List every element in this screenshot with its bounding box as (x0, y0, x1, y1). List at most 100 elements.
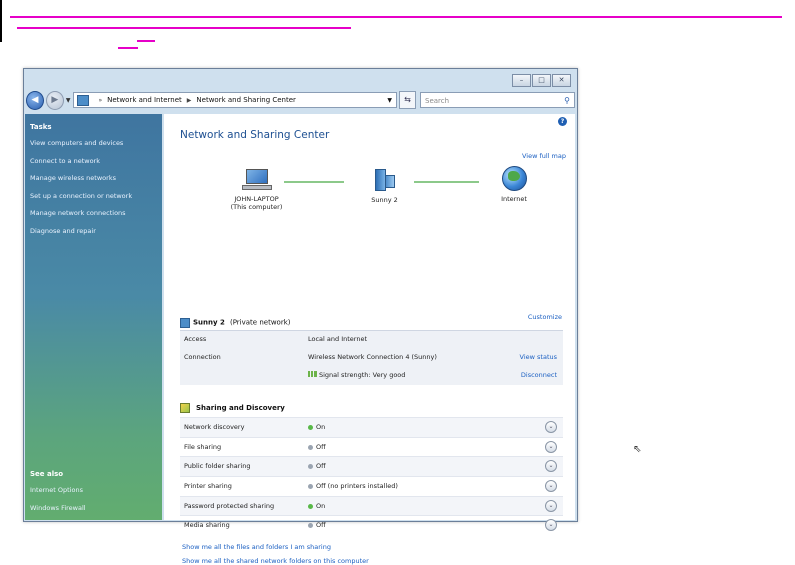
map-connection-line (284, 181, 344, 183)
status-on-icon (308, 503, 313, 509)
setting-value: Off (no printers installed) (316, 482, 398, 491)
setting-label: Public folder sharing (184, 462, 251, 471)
info-row-access: Access Local and Internet (180, 331, 563, 349)
expand-chevron-icon[interactable]: ⌄ (545, 421, 557, 433)
network-type: (Private network) (229, 318, 291, 327)
info-value: Local and Internet (308, 335, 368, 343)
computer-sub: (This computer) (230, 203, 283, 211)
minimize-button[interactable]: – (512, 74, 531, 87)
task-connect-network[interactable]: Connect to a network (25, 153, 162, 171)
mouse-cursor-icon: ⇖ (633, 444, 642, 455)
sharing-row-public-folder: Public folder sharing Off ⌄ (180, 456, 563, 477)
link-show-shared-files[interactable]: Show me all the files and folders I am s… (182, 543, 331, 551)
sharing-icon (180, 403, 190, 413)
search-input[interactable]: Search ⚲ (420, 92, 575, 108)
breadcrumb-network-and-sharing-center[interactable]: Network and Sharing Center (196, 96, 296, 104)
chevron-right-icon[interactable]: » (98, 97, 102, 104)
task-pane: Tasks View computers and devices Connect… (25, 114, 162, 520)
task-view-computers[interactable]: View computers and devices (25, 135, 162, 153)
sharing-row-file-sharing: File sharing Off ⌄ (180, 436, 563, 457)
setting-label: Password protected sharing (184, 501, 275, 510)
tasks-heading: Tasks (30, 123, 52, 131)
annotation-line-short (118, 47, 138, 49)
search-icon[interactable]: ⚲ (564, 93, 574, 107)
disconnect-link[interactable]: Disconnect (521, 371, 557, 379)
link-internet-options[interactable]: Internet Options (25, 482, 162, 500)
sharing-row-printer: Printer sharing Off (no printers install… (180, 476, 563, 496)
network-router-icon (372, 167, 398, 193)
annotation-line-top (10, 16, 782, 18)
close-button[interactable]: ✕ (552, 74, 571, 87)
network-map: JOHN-LAPTOP (This computer) Sunny 2 Inte… (164, 166, 575, 239)
network-icon (180, 317, 190, 328)
explorer-window: – □ ✕ ◀ ▶ ▼ » Network and Internet ▶ Net… (23, 68, 641, 565)
chevron-right-icon[interactable]: ▶ (187, 97, 192, 104)
expand-chevron-icon[interactable]: ⌄ (545, 519, 557, 532)
info-row-connection: Connection Wireless Network Connection 4… (180, 349, 563, 367)
address-bar[interactable]: » Network and Internet ▶ Network and Sha… (73, 92, 398, 108)
status-off-icon (308, 523, 313, 529)
main-content: ? Network and Sharing Center View full m… (164, 114, 641, 565)
help-icon[interactable]: ? (558, 117, 567, 126)
forward-button[interactable]: ▶ (45, 90, 64, 110)
link-show-shared-folders[interactable]: Show me all the shared network folders o… (182, 557, 369, 565)
info-key: Access (184, 335, 207, 343)
internet-globe-icon (501, 166, 527, 191)
sharing-row-media: Media sharing Off ⌄ (180, 515, 563, 535)
search-placeholder: Search (425, 97, 450, 105)
task-manage-connections[interactable]: Manage network connections (25, 205, 162, 223)
address-dropdown-icon[interactable]: ▼ (383, 97, 396, 104)
sharing-heading-text: Sharing and Discovery (196, 404, 285, 412)
link-windows-firewall[interactable]: Windows Firewall (25, 500, 162, 518)
network-node-name: Sunny 2 (371, 196, 398, 204)
setting-label: File sharing (184, 442, 222, 451)
view-status-link[interactable]: View status (520, 353, 557, 361)
setting-value: On (316, 501, 326, 510)
page-title: Network and Sharing Center (180, 129, 330, 141)
setting-label: Media sharing (184, 521, 230, 530)
see-also-section: See also Internet Options Windows Firewa… (25, 461, 162, 517)
setting-value: On (316, 423, 326, 431)
task-manage-wireless[interactable]: Manage wireless networks (25, 170, 162, 188)
network-icon (77, 94, 90, 106)
window-controls: – □ ✕ (512, 74, 571, 87)
status-off-icon (308, 464, 313, 470)
setting-label: Network discovery (184, 423, 245, 431)
back-button[interactable]: ◀ (26, 90, 44, 110)
setting-label: Printer sharing (184, 482, 232, 491)
history-dropdown-icon[interactable]: ▼ (66, 97, 71, 104)
sharing-heading: Sharing and Discovery (180, 403, 285, 413)
internet-label: Internet (501, 195, 527, 203)
setting-value: Off (316, 442, 326, 451)
status-on-icon (308, 425, 313, 430)
expand-chevron-icon[interactable]: ⌄ (545, 499, 557, 512)
task-diagnose-repair[interactable]: Diagnose and repair (25, 223, 162, 241)
task-setup-connection[interactable]: Set up a connection or network (25, 188, 162, 206)
info-value: Signal strength: Very good (308, 371, 405, 379)
expand-chevron-icon[interactable]: ⌄ (545, 460, 557, 473)
info-value: Wireless Network Connection 4 (Sunny) (308, 353, 437, 361)
sharing-row-network-discovery: Network discovery On ⌄ (180, 417, 563, 437)
signal-strength-icon (308, 371, 317, 377)
map-connection-line (414, 181, 479, 183)
map-node-internet[interactable]: Internet (486, 166, 542, 203)
laptop-icon (241, 169, 272, 191)
customize-link[interactable]: Customize (528, 313, 562, 321)
annotation-tick (137, 40, 155, 42)
sharing-row-password-protected: Password protected sharing On ⌄ (180, 495, 563, 516)
breadcrumb-network-and-internet[interactable]: Network and Internet (107, 96, 182, 104)
expand-chevron-icon[interactable]: ⌄ (545, 480, 557, 493)
status-off-icon (308, 444, 313, 450)
refresh-button[interactable]: ⇆ (399, 91, 417, 109)
info-row-signal: Signal strength: Very good Disconnect (180, 367, 563, 385)
annotation-bar (0, 0, 2, 42)
address-row: ◀ ▶ ▼ » Network and Internet ▶ Network a… (26, 89, 575, 111)
map-node-computer[interactable]: JOHN-LAPTOP (This computer) (219, 169, 294, 211)
maximize-button[interactable]: □ (532, 74, 551, 87)
signal-strength-text: Signal strength: Very good (319, 371, 406, 379)
computer-name: JOHN-LAPTOP (234, 195, 279, 203)
map-node-network[interactable]: Sunny 2 (352, 167, 417, 204)
see-also-heading: See also (30, 470, 64, 478)
view-full-map-link[interactable]: View full map (522, 152, 566, 160)
expand-chevron-icon[interactable]: ⌄ (545, 440, 557, 453)
